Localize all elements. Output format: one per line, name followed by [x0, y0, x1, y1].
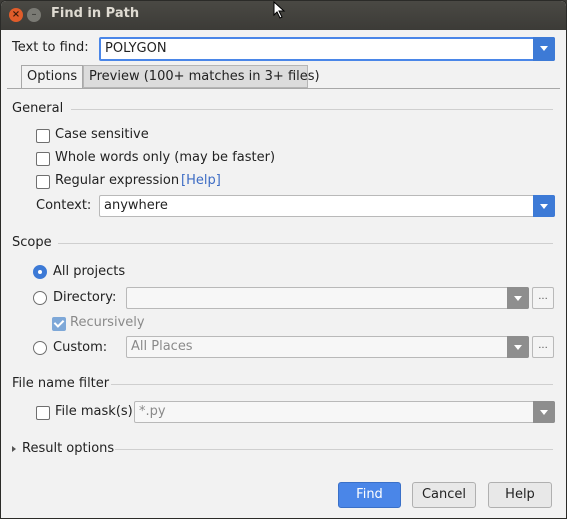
scope-separator [58, 243, 553, 244]
case-sensitive-label: Case sensitive [55, 127, 149, 142]
file-mask-input[interactable]: *.py [134, 401, 555, 423]
find-in-path-dialog: × – Find in Path Text to find: POLYGON O… [0, 0, 567, 519]
minimize-icon[interactable]: – [27, 8, 41, 22]
context-label: Context: [36, 198, 92, 213]
cancel-button[interactable]: Cancel [412, 482, 476, 508]
text-to-find-label: Text to find: [12, 40, 89, 55]
recursively-label: Recursively [70, 315, 145, 330]
general-separator [71, 109, 553, 110]
help-button[interactable]: Help [488, 482, 552, 508]
context-dropdown-icon[interactable] [533, 195, 555, 217]
result-options-label[interactable]: Result options [22, 441, 114, 456]
file-mask-dropdown-icon[interactable] [533, 401, 555, 423]
dialog-body: Text to find: POLYGON Options Preview (1… [1, 30, 566, 518]
case-sensitive-checkbox[interactable] [36, 129, 50, 143]
text-to-find-value: POLYGON [105, 41, 167, 56]
scope-heading: Scope [12, 235, 52, 250]
directory-browse-button[interactable]: ... [532, 287, 554, 309]
directory-input[interactable] [126, 287, 529, 309]
file-mask-value: *.py [139, 404, 166, 419]
recursively-checkbox[interactable] [52, 317, 66, 331]
expand-arrow-icon[interactable] [12, 446, 16, 452]
tab-preview[interactable]: Preview (100+ matches in 3+ files) [83, 65, 320, 88]
file-name-filter-separator [111, 384, 553, 385]
all-projects-radio[interactable] [33, 265, 47, 279]
context-select[interactable]: anywhere [99, 195, 555, 217]
text-to-find-input[interactable]: POLYGON [99, 37, 555, 61]
custom-label: Custom: [53, 340, 108, 355]
whole-words-checkbox[interactable] [36, 152, 50, 166]
general-heading: General [12, 101, 64, 116]
directory-label: Directory: [53, 290, 117, 305]
custom-scope-select[interactable]: All Places [126, 336, 529, 358]
regex-label: Regular expression [55, 173, 180, 188]
regex-checkbox[interactable] [36, 175, 50, 189]
file-mask-label: File mask(s) [55, 404, 133, 419]
find-button[interactable]: Find [338, 482, 401, 508]
file-name-filter-heading: File name filter [12, 376, 110, 391]
window-title: Find in Path [51, 6, 140, 21]
custom-scope-browse-button[interactable]: ... [532, 336, 554, 358]
directory-radio[interactable] [33, 291, 47, 305]
tabs-divider [7, 88, 560, 89]
tab-options[interactable]: Options [21, 65, 83, 88]
text-to-find-dropdown-icon[interactable] [533, 37, 555, 61]
mouse-cursor-icon [273, 1, 286, 19]
file-mask-checkbox[interactable] [36, 406, 50, 420]
directory-dropdown-icon[interactable] [507, 287, 529, 309]
custom-scope-dropdown-icon[interactable] [507, 336, 529, 358]
custom-radio[interactable] [33, 341, 47, 355]
whole-words-label: Whole words only (may be faster) [55, 150, 276, 165]
custom-scope-value: All Places [131, 339, 193, 354]
result-options-separator [115, 449, 553, 450]
context-value: anywhere [104, 198, 168, 213]
title-bar: × – Find in Path [1, 1, 566, 30]
all-projects-label: All projects [53, 264, 126, 279]
close-icon[interactable]: × [9, 8, 23, 22]
regex-help-link[interactable]: [Help] [181, 173, 221, 188]
